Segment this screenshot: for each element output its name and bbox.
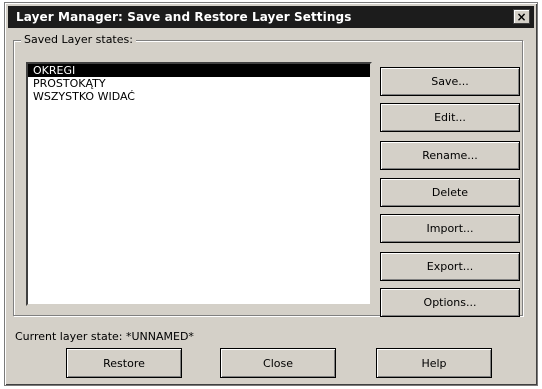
list-item[interactable]: OKREGI: [28, 64, 370, 77]
title-bar[interactable]: Layer Manager: Save and Restore Layer Se…: [8, 6, 534, 28]
rename-button[interactable]: Rename...: [380, 141, 520, 170]
restore-button[interactable]: Restore: [66, 348, 182, 378]
help-button[interactable]: Help: [376, 348, 492, 378]
edit-button[interactable]: Edit...: [380, 103, 520, 132]
dialog-title: Layer Manager: Save and Restore Layer Se…: [16, 10, 352, 24]
import-button[interactable]: Import...: [380, 214, 520, 243]
layer-states-list[interactable]: OKREGI PROSTOKĄTY WSZYSTKO WIDAĆ: [26, 62, 372, 306]
list-item[interactable]: PROSTOKĄTY: [28, 77, 370, 90]
saved-layer-states-label: Saved Layer states:: [21, 33, 136, 46]
options-button[interactable]: Options...: [380, 288, 520, 317]
close-button[interactable]: Close: [220, 348, 336, 378]
export-button[interactable]: Export...: [380, 252, 520, 281]
delete-button[interactable]: Delete: [380, 178, 520, 207]
close-icon[interactable]: ×: [513, 9, 530, 24]
save-button[interactable]: Save...: [380, 67, 520, 96]
list-item[interactable]: WSZYSTKO WIDAĆ: [28, 90, 370, 103]
current-layer-state: Current layer state: *UNNAMED*: [15, 330, 194, 343]
